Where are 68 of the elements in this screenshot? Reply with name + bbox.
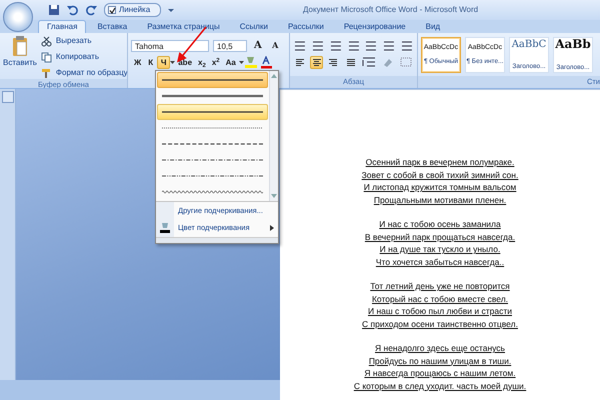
format-button[interactable]: Aa: [222, 56, 239, 69]
poem-line: С приходом осени таинственно отцвел.: [362, 318, 518, 330]
ruler-checkbox[interactable]: Линейка: [104, 3, 162, 17]
dropdown-icon[interactable]: [167, 6, 176, 14]
line-style-icon: [162, 125, 263, 131]
caret-icon: [170, 60, 176, 64]
ribbon-tab[interactable]: Ссылки: [230, 20, 277, 33]
format-button[interactable]: Ж: [131, 56, 144, 69]
format-button[interactable]: К: [144, 56, 158, 69]
brush-icon: [40, 68, 52, 78]
line-style-icon: [162, 157, 263, 163]
poem-line: И листопад кружится томным вальсом: [364, 181, 516, 194]
align-left-button[interactable]: [293, 56, 306, 69]
redo-icon[interactable]: [86, 4, 98, 16]
poem-line: И на душе так тускло и уныло.: [380, 243, 500, 256]
poem-line: И наш с тобою пыл любви и страсти: [368, 305, 512, 318]
copy-icon: [40, 52, 52, 62]
format-button[interactable]: Ч: [157, 56, 170, 69]
undo-icon[interactable]: [66, 4, 80, 16]
poem-line: Тот летний день уже не повторится: [370, 280, 510, 292]
poem-line: В вечерний парк прощаться навсегда.: [364, 230, 516, 243]
poem-line: И нас с тобою осень заманила: [379, 218, 501, 230]
poem-line: Я навсегда прощаюсь с нашим летом.: [364, 367, 516, 380]
submenu-arrow-icon: [270, 224, 274, 231]
cut-button[interactable]: Вырезать: [40, 35, 127, 47]
ribbon-tab[interactable]: Рассылки: [278, 20, 333, 33]
line-style-icon: [162, 93, 263, 99]
line-spacing-icon[interactable]: [361, 56, 377, 68]
poem-line: Прощальными мотивами пленен.: [374, 194, 506, 206]
poem-line: Пройдусь по нашим улицам в тиши.: [368, 354, 512, 367]
align-right-button[interactable]: [327, 56, 340, 69]
paste-button[interactable]: Вставить: [3, 35, 37, 79]
align-center-button[interactable]: [310, 56, 323, 69]
shrink-font-button[interactable]: A: [268, 39, 282, 52]
ribbon-tab[interactable]: Рецензирование: [334, 20, 415, 33]
justify-button[interactable]: [344, 56, 357, 69]
poem-line: Что хочется забыться навсегда..: [376, 256, 504, 268]
poem-line: С которым в след уходит. часть моей души.: [354, 380, 526, 392]
poem-line: Который нас с тобою вместе свел.: [372, 292, 508, 305]
line-style-icon: [162, 141, 263, 147]
font-color-icon[interactable]: [260, 56, 274, 69]
ribbon-tab[interactable]: Вставка: [88, 20, 136, 33]
caret-icon: [238, 60, 244, 64]
save-icon[interactable]: [48, 4, 60, 16]
ribbon-tab[interactable]: Вид: [416, 20, 450, 33]
poem-line: Осенний парк в вечернем полумраке.: [366, 156, 514, 168]
line-style-icon: [162, 77, 263, 83]
grow-font-button[interactable]: A: [251, 39, 265, 52]
poem-line: Я ненадолго здесь еще останусь: [375, 342, 505, 354]
underline-style-option[interactable]: [157, 72, 268, 88]
scissors-icon: [40, 36, 52, 46]
font-name-field[interactable]: Tahoma: [131, 40, 209, 52]
ribbon-tab[interactable]: Разметка страницы: [138, 20, 229, 33]
copy-button[interactable]: Копировать: [40, 51, 127, 63]
window-title: Документ Microsoft Office Word - Microsoft Word: [302, 4, 480, 16]
checkmark-icon: [109, 7, 116, 14]
format-button[interactable]: x$^{2}$: [208, 56, 223, 69]
line-style-icon: [162, 173, 263, 179]
line-style-icon: [162, 109, 263, 115]
line-style-icon: [162, 189, 263, 195]
font-size-field[interactable]: 10,5: [213, 40, 247, 52]
underline-color-icon: [159, 220, 171, 232]
poem-line: Зовет с собой в свой тихий зимний сон.: [362, 168, 518, 181]
underline-style-option[interactable]: [157, 104, 268, 120]
format-button[interactable]: abe: [175, 56, 196, 69]
clipboard-icon: [10, 35, 29, 57]
ribbon-tab[interactable]: Главная: [38, 20, 86, 33]
format-button[interactable]: x$_{2}$: [195, 56, 209, 69]
